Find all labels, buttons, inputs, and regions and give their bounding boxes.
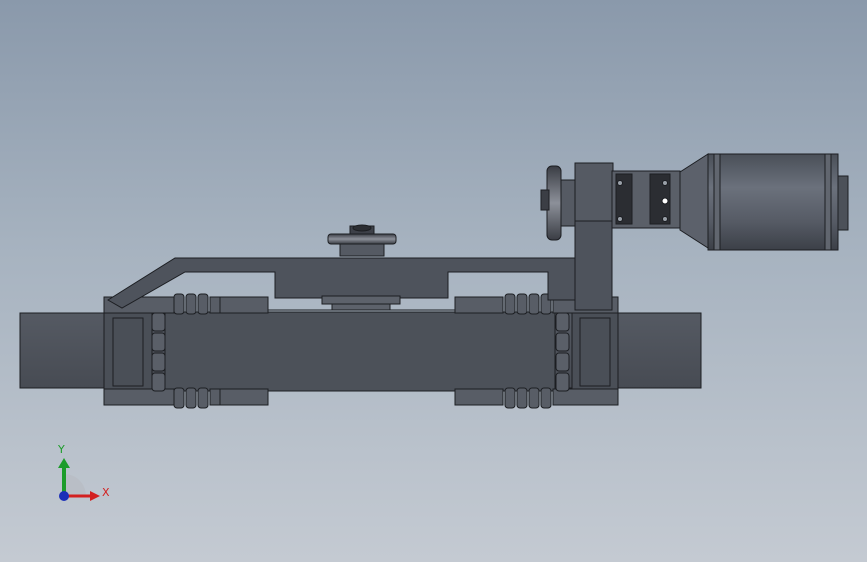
right-end-plate[interactable] [571, 307, 619, 399]
idler-pulley[interactable] [327, 224, 397, 257]
carriage-body[interactable] [164, 311, 556, 392]
coordinate-triad [58, 458, 100, 501]
triad-y-label: Y [58, 443, 65, 456]
drive-wheel[interactable] [540, 165, 576, 241]
z-axis-origin-icon [59, 491, 69, 501]
cad-assembly[interactable] [19, 153, 849, 409]
left-end-plate[interactable] [103, 307, 153, 399]
motor-upright[interactable] [574, 217, 613, 311]
cad-model-view[interactable] [0, 0, 867, 562]
motor-mount-block[interactable] [574, 162, 614, 222]
motor-flange[interactable] [679, 153, 709, 249]
hub-lower[interactable] [321, 295, 401, 305]
3d-graphics-viewport[interactable]: X Y [0, 0, 867, 562]
motor-body[interactable] [707, 153, 849, 251]
triad-x-label: X [102, 486, 110, 499]
motor-coupling[interactable] [611, 170, 681, 229]
